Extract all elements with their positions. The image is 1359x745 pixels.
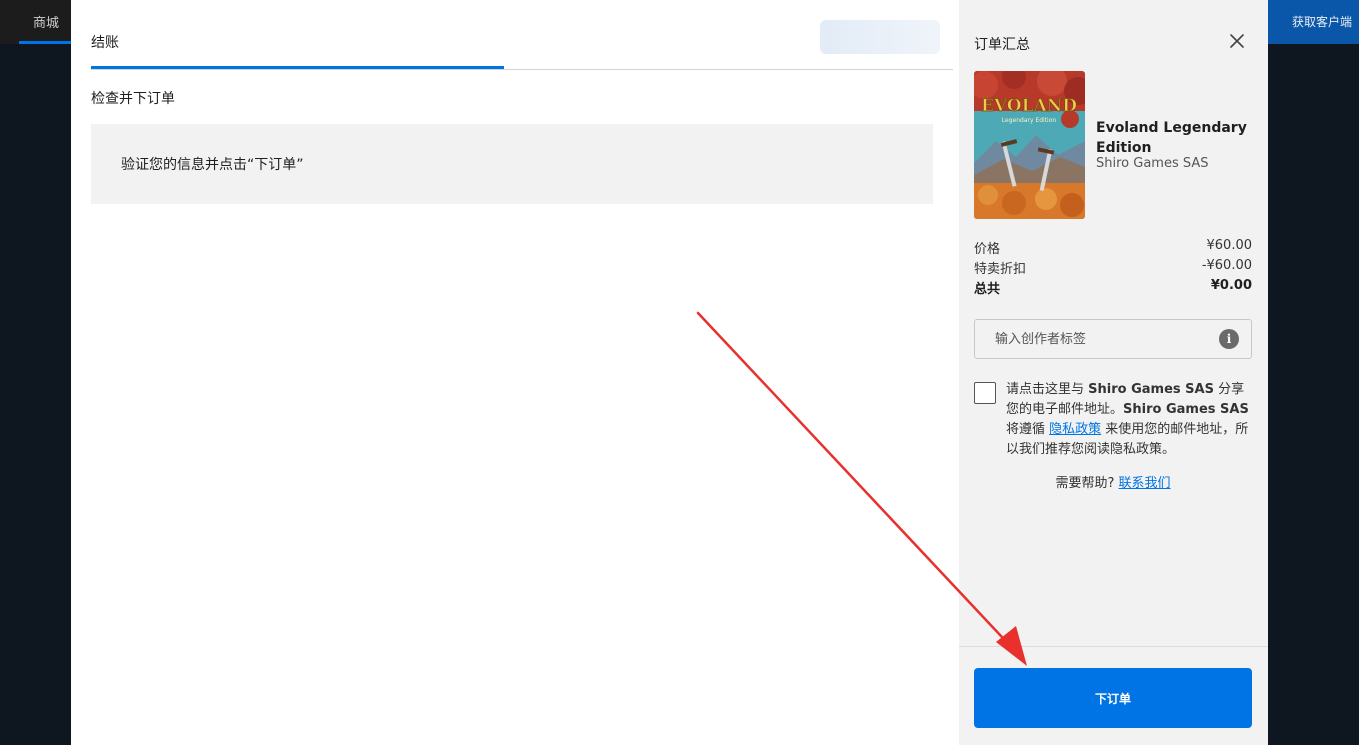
price-row: 价格 ¥60.00 xyxy=(974,238,1252,258)
verify-notice-box: 验证您的信息并点击“下订单” xyxy=(91,124,933,204)
consent-company-name: Shiro Games SAS xyxy=(1088,382,1214,397)
price-value: ¥60.00 xyxy=(1206,238,1253,253)
verify-notice-text: 验证您的信息并点击“下订单” xyxy=(121,157,304,173)
footer-divider xyxy=(959,646,1268,647)
consent-text-part3: 将遵循 xyxy=(1006,422,1050,437)
background-overlay-left xyxy=(0,44,71,745)
privacy-policy-link[interactable]: 隐私政策 xyxy=(1049,422,1101,437)
discount-label: 特卖折扣 xyxy=(974,262,1027,277)
share-email-checkbox[interactable] xyxy=(974,382,996,404)
price-label: 价格 xyxy=(974,242,1001,257)
tab-active-indicator xyxy=(91,66,504,69)
product-name: Evoland Legendary Edition xyxy=(1096,120,1247,156)
total-row: 总共 ¥0.00 xyxy=(974,278,1252,298)
contact-us-link[interactable]: 联系我们 xyxy=(1119,476,1171,491)
help-prefix: 需要帮助? xyxy=(1055,476,1119,491)
background-nav-store: 商城 xyxy=(33,16,60,31)
creator-tag-input[interactable] xyxy=(975,320,1215,358)
section-title: 检查并下订单 xyxy=(91,91,175,107)
order-summary-panel: 订单汇总 EVOLAND Legendary Edition Evoland L… xyxy=(959,0,1268,745)
help-row: 需要帮助? 联系我们 xyxy=(974,472,1252,491)
background-get-client-button: 获取客户端 xyxy=(1268,0,1359,44)
close-icon xyxy=(1230,34,1244,48)
info-icon[interactable]: i xyxy=(1219,329,1239,349)
product-logo-subtext: Legendary Edition xyxy=(1002,117,1057,124)
place-order-button[interactable]: 下订单 xyxy=(974,668,1252,728)
creator-tag-field: i xyxy=(974,319,1252,359)
background-overlay-right xyxy=(1268,44,1359,745)
share-email-consent-text: 请点击这里与 Shiro Games SAS 分享您的电子邮件地址。Shiro … xyxy=(1006,380,1256,460)
checkout-main-panel: 结账 检查并下订单 验证您的信息并点击“下订单” xyxy=(71,0,959,745)
total-label: 总共 xyxy=(974,282,1001,297)
total-value: ¥0.00 xyxy=(1210,278,1252,293)
product-publisher: Shiro Games SAS xyxy=(1096,156,1209,171)
consent-company-name-2: Shiro Games SAS xyxy=(1123,402,1249,417)
blurred-logo xyxy=(820,20,940,54)
close-button[interactable] xyxy=(1225,29,1249,53)
discount-value: -¥60.00 xyxy=(1201,258,1252,273)
order-summary-title: 订单汇总 xyxy=(974,37,1030,53)
product-logo-text: EVOLAND xyxy=(981,96,1077,116)
tab-divider xyxy=(91,69,953,70)
product-cover-image: EVOLAND Legendary Edition xyxy=(974,71,1085,219)
discount-row: 特卖折扣 -¥60.00 xyxy=(974,258,1252,278)
consent-text-part1: 请点击这里与 xyxy=(1006,382,1089,397)
tab-checkout[interactable]: 结账 xyxy=(91,32,119,52)
